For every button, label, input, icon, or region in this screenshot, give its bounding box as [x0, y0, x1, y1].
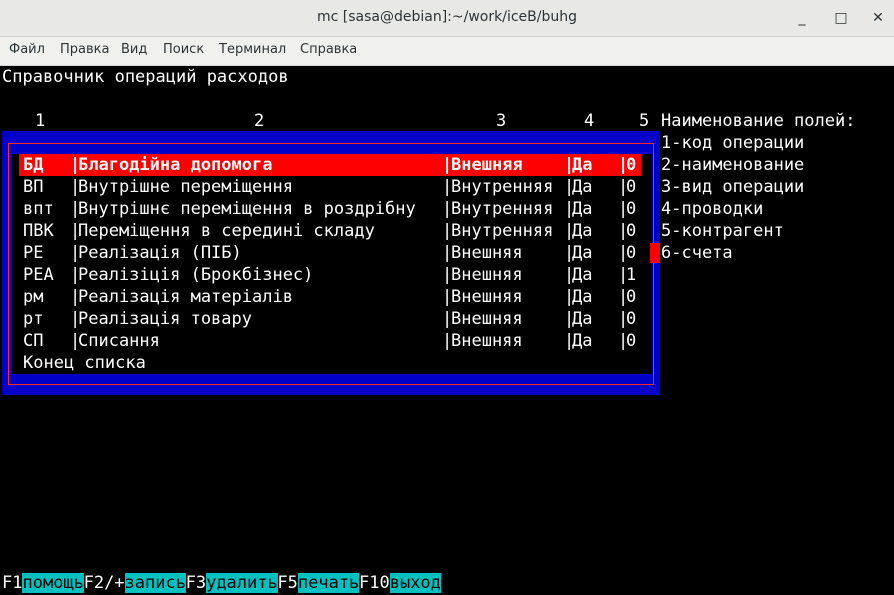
cell-contractor: 0 — [626, 243, 637, 263]
fkey-key: F2/+ — [83, 573, 125, 593]
table-row[interactable]: РЕ | Реалізація (ПІБ) | Внешняя | Да | 0 — [19, 242, 641, 264]
cell-contractor: 0 — [626, 155, 637, 175]
fkey-f2[interactable]: F2/+запись — [84, 572, 186, 594]
cell-name: Переміщення в середині складу — [78, 221, 375, 241]
fkey-key: F10 — [359, 573, 390, 593]
screen-title: Справочник операций расходов — [2, 67, 289, 87]
menu-terminal[interactable]: Терминал — [219, 42, 286, 57]
fkey-key: F3 — [185, 573, 207, 593]
cell-posting: Да — [572, 199, 593, 219]
cell-code: ПВК — [23, 221, 54, 241]
cell-type: Внутренняя — [451, 221, 554, 241]
cell-name: Реалізіція (Брокбізнес) — [78, 265, 314, 285]
fkey-key: F1 — [2, 573, 23, 593]
cell-code: впт — [23, 199, 54, 219]
table-row[interactable]: рт | Реалізація товару | Внешняя | Да | 0 — [19, 308, 641, 330]
column-number-3: 3 — [496, 111, 507, 131]
table-row[interactable]: ПВК | Переміщення в середині складу | Внутре… — [19, 220, 641, 242]
legend-item: 1-код операции — [661, 133, 805, 153]
position-marker — [650, 243, 660, 263]
table-row[interactable]: рм | Реалізація матеріалів | Внешняя | Да | 0 — [19, 286, 641, 308]
cell-posting: Да — [572, 287, 593, 307]
cell-contractor: 0 — [626, 199, 637, 219]
table-row[interactable]: СП | Списання | Внешняя | Да | 0 — [19, 330, 641, 352]
cell-code: рт — [23, 309, 44, 329]
fkey-label: печать — [297, 573, 360, 593]
legend-item: 2-наименование — [661, 155, 805, 175]
fkey-f10[interactable]: F10выход — [359, 572, 441, 594]
cell-name: Реалізація товару — [78, 309, 252, 329]
column-number-2: 2 — [254, 111, 265, 131]
legend-item: 4-проводки — [661, 199, 764, 219]
cell-type: Внешняя — [451, 309, 523, 329]
cell-code: СП — [23, 331, 44, 351]
minimize-icon[interactable]: _ — [790, 6, 814, 30]
legend-item: 5-контрагент — [661, 221, 784, 241]
cell-code: РЕ — [23, 243, 44, 263]
cell-name: Благодійна допомога — [78, 155, 273, 175]
cell-code: БД — [23, 155, 44, 175]
cell-code: РЕА — [23, 265, 54, 285]
maximize-icon[interactable]: □ — [829, 6, 853, 30]
window-title: mc [sasa@debian]:~/work/iceB/buhg — [317, 9, 577, 25]
cell-type: Внешняя — [451, 331, 523, 351]
menu-file[interactable]: Файл — [9, 42, 45, 57]
fkey-f3[interactable]: F3удалить — [186, 572, 278, 594]
menu-search[interactable]: Поиск — [163, 42, 204, 57]
cell-posting: Да — [572, 221, 593, 241]
cell-type: Внешняя — [451, 287, 523, 307]
menu-edit[interactable]: Правка — [60, 42, 109, 57]
cell-posting: Да — [572, 309, 593, 329]
cell-posting: Да — [572, 177, 593, 197]
table-row[interactable]: ВП | Внутрішне переміщення | Внутренняя | Да | 0 — [19, 176, 641, 198]
cell-contractor: 0 — [626, 221, 637, 241]
fkey-label: выход — [389, 573, 441, 593]
menu-view[interactable]: Вид — [121, 42, 147, 57]
column-number-5: 5 — [639, 111, 650, 131]
cell-contractor: 0 — [626, 309, 637, 329]
cell-name: Реалізація (ПІБ) — [78, 243, 242, 263]
cell-name: Списання — [78, 331, 160, 351]
cell-name: Внутрішнє переміщення в роздрібну — [78, 199, 416, 219]
menu-bar: Файл Правка Вид Поиск Терминал Справка — [0, 37, 894, 66]
cell-contractor: 1 — [626, 265, 637, 285]
fkey-key: F5 — [277, 573, 298, 593]
column-number-4: 4 — [584, 111, 595, 131]
legend-header: Наименование полей: — [661, 111, 856, 131]
fkey-f5[interactable]: F5печать — [277, 572, 360, 594]
fkey-label: помощь — [22, 573, 84, 593]
cell-type: Внешняя — [451, 265, 523, 285]
fkey-label: запись — [124, 573, 186, 593]
cell-type: Внешняя — [451, 243, 523, 263]
legend-item: 6-счета — [661, 243, 733, 263]
fkey-f1[interactable]: F1помощь — [2, 572, 84, 594]
cell-type: Внешняя — [451, 155, 523, 175]
cell-code: ВП — [23, 177, 44, 197]
cell-type: Внутренняя — [451, 177, 554, 197]
table-row[interactable]: РЕА | Реалізіція (Брокбізнес) | Внешняя | Да | 1 — [19, 264, 641, 286]
menu-help[interactable]: Справка — [300, 42, 357, 57]
cell-contractor: 0 — [626, 177, 637, 197]
column-number-1: 1 — [35, 111, 46, 131]
close-icon[interactable]: ✕ — [866, 6, 890, 30]
cell-contractor: 0 — [626, 287, 637, 307]
table-row[interactable]: впт | Внутрішнє переміщення в роздрібну | Вн… — [19, 198, 641, 220]
window-titlebar: mc [sasa@debian]:~/work/iceB/buhg _ □ ✕ — [0, 0, 894, 37]
cell-name: Реалізація матеріалів — [78, 287, 293, 307]
cell-type: Внутренняя — [451, 199, 554, 219]
cell-name: Внутрішне переміщення — [78, 177, 293, 197]
fkey-label: удалить — [206, 573, 278, 593]
legend-item: 3-вид операции — [661, 177, 805, 197]
cell-contractor: 0 — [626, 331, 637, 351]
cell-posting: Да — [572, 155, 593, 175]
table-row[interactable]: БД | Благодійна допомога | Внешняя | Да | 0 — [19, 154, 641, 176]
cell-code: рм — [23, 287, 44, 307]
cell-posting: Да — [572, 265, 593, 285]
cell-posting: Да — [572, 331, 593, 351]
end-of-list: Конец списка — [23, 353, 146, 373]
cell-posting: Да — [572, 243, 593, 263]
